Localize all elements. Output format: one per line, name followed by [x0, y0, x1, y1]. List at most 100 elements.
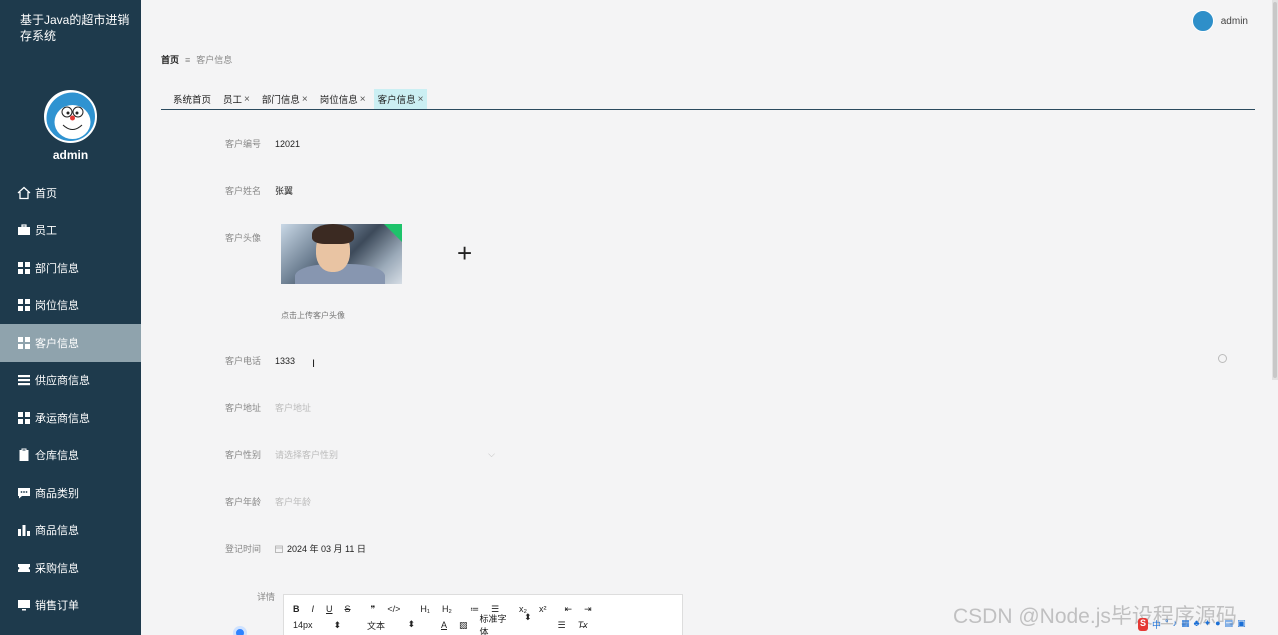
sidebar-item-label: 商品信息 — [35, 525, 79, 538]
avatar — [1191, 10, 1214, 32]
tab-label: 岗位信息 — [319, 95, 358, 106]
font-size-select[interactable]: 14px ⬍ — [293, 620, 353, 631]
ime-tools-icon[interactable]: ✦ — [1204, 618, 1212, 631]
customer-phone-field[interactable]: 1333 — [275, 356, 295, 366]
monitor-icon — [18, 600, 30, 611]
calendar-icon — [275, 545, 283, 553]
ime-keyboard-icon[interactable]: ▦ — [1181, 618, 1190, 631]
grid-icon — [18, 411, 30, 424]
customer-age-field[interactable]: 客户年龄 — [275, 495, 311, 508]
code-icon[interactable]: </> — [387, 604, 400, 614]
sidebar-item-position[interactable]: 岗位信息 — [0, 287, 141, 325]
sidebar-item-employee[interactable]: 员工 — [0, 212, 141, 250]
tab-home[interactable]: 系统首页 — [169, 89, 215, 109]
sidebar-item-warehouse[interactable]: 仓库信息 — [0, 437, 141, 475]
underline-icon[interactable]: U — [326, 604, 333, 614]
close-icon[interactable]: × — [418, 94, 424, 105]
tab-department[interactable]: 部门信息 × — [258, 89, 312, 109]
tab-customer[interactable]: 客户信息 × — [373, 89, 428, 109]
font-size-value: 14px — [293, 619, 313, 630]
sidebar-item-label: 岗位信息 — [35, 300, 79, 313]
tab-label: 系统首页 — [173, 95, 212, 106]
ime-more-icon[interactable]: ▣ — [1237, 618, 1246, 631]
customer-avatar-image[interactable] — [281, 224, 402, 284]
outdent-icon[interactable]: ⇤ — [565, 604, 573, 615]
close-icon[interactable]: × — [302, 94, 308, 105]
quote-icon[interactable]: ❞ — [371, 604, 376, 615]
uploaded-badge — [384, 224, 402, 242]
text-cursor-icon: I — [312, 358, 316, 370]
customer-no-field[interactable]: 12021 — [275, 139, 300, 149]
text-type-select[interactable]: 文本 ⬍ — [367, 619, 427, 632]
tab-label: 员工 — [223, 95, 243, 106]
customer-name-row: 客户姓名 张翼 — [200, 184, 293, 197]
font-family-select[interactable]: 标准字体 ⬍ — [480, 612, 544, 635]
tab-position[interactable]: 岗位信息 × — [316, 89, 370, 109]
app-title: 基于Java的超市进销存系统 — [20, 13, 130, 43]
ime-punct-icon[interactable]: ° — [1165, 618, 1169, 631]
indent-icon[interactable]: ⇥ — [584, 604, 592, 615]
avatar[interactable] — [44, 90, 97, 143]
ordered-list-icon[interactable]: ≔ — [470, 604, 479, 615]
floating-dot[interactable] — [233, 626, 247, 635]
sidebar-item-label: 承运商信息 — [35, 412, 90, 425]
upload-plus-icon[interactable]: + — [457, 240, 472, 266]
header-user[interactable]: admin — [1191, 10, 1248, 32]
register-time-value: 2024 年 03 月 11 日 — [287, 544, 366, 554]
h1-icon[interactable]: H₁ — [420, 604, 430, 614]
background-color-icon[interactable]: ▨ — [459, 620, 468, 631]
customer-avatar-label: 客户头像 — [224, 233, 261, 243]
sidebar-item-label: 供应商信息 — [35, 375, 90, 388]
clipboard-icon — [19, 448, 29, 462]
sidebar-item-home[interactable]: 首页 — [0, 174, 141, 212]
ime-game-icon[interactable]: ● — [1215, 618, 1220, 631]
sidebar-item-carrier[interactable]: 承运商信息 — [0, 399, 141, 437]
updown-icon: ⬍ — [407, 618, 415, 629]
breadcrumb-separator: ≡ — [185, 54, 191, 65]
sidebar-item-category[interactable]: 商品类别 — [0, 474, 141, 512]
sidebar-item-customer[interactable]: 客户信息 — [0, 324, 141, 362]
ime-mic-icon[interactable]: ♪ — [1173, 618, 1178, 631]
tab-bar: 系统首页 员工 × 部门信息 × 岗位信息 × 客户信息 × — [161, 88, 1255, 110]
strike-icon[interactable]: S — [345, 604, 351, 614]
customer-address-field[interactable]: 客户地址 — [275, 401, 311, 414]
grid-icon — [18, 336, 30, 349]
h2-icon[interactable]: H₂ — [442, 604, 452, 614]
updown-icon: ⬍ — [523, 612, 532, 622]
sidebar-item-purchase[interactable]: 采购信息 — [0, 549, 141, 587]
ime-skin-icon[interactable]: ♣ — [1194, 618, 1200, 631]
customer-avatar-row: 客户头像 — [200, 231, 275, 244]
sidebar-item-department[interactable]: 部门信息 — [0, 249, 141, 287]
sidebar-item-product[interactable]: 商品信息 — [0, 512, 141, 550]
sidebar-item-label: 商品类别 — [35, 487, 79, 500]
scrollbar[interactable] — [1272, 0, 1278, 380]
header-username: admin — [1220, 15, 1248, 27]
clear-icon[interactable] — [1218, 354, 1227, 363]
breadcrumb-current: 客户信息 — [196, 55, 233, 65]
breadcrumb-home[interactable]: 首页 — [161, 53, 179, 66]
close-icon[interactable]: × — [244, 94, 250, 105]
clear-format-icon[interactable]: T̶x — [578, 620, 588, 630]
chat-icon — [18, 487, 30, 499]
grid-icon — [18, 299, 30, 312]
close-icon[interactable]: × — [360, 94, 366, 105]
italic-icon[interactable]: I — [312, 604, 315, 614]
sidebar-item-supplier[interactable]: 供应商信息 — [0, 362, 141, 400]
ime-chinese-icon[interactable]: 中 — [1152, 618, 1161, 631]
sidebar-item-label: 仓库信息 — [35, 450, 79, 463]
briefcase-icon — [18, 224, 30, 236]
ime-grid-icon[interactable]: ▤ — [1225, 618, 1234, 631]
sidebar-item-sales[interactable]: 销售订单 — [0, 587, 141, 625]
font-color-icon[interactable]: A — [441, 620, 447, 630]
customer-name-field[interactable]: 张翼 — [275, 184, 293, 197]
align-icon[interactable]: ☰ — [558, 620, 566, 631]
sogou-icon[interactable]: S — [1138, 618, 1149, 631]
register-time-field[interactable]: 2024 年 03 月 11 日 — [275, 542, 366, 555]
rich-text-editor[interactable]: B I U S ❞ </> H₁ H₂ ≔ ☰ x₂ x² ⇤ ⇥ 14px ⬍ … — [283, 594, 683, 635]
bold-icon[interactable]: B — [293, 604, 300, 614]
customer-gender-select[interactable]: 请选择客户性别 ⌵ — [275, 448, 495, 461]
upload-hint: 点击上传客户头像 — [281, 311, 345, 320]
tab-employee[interactable]: 员工 × — [219, 89, 254, 109]
details-label: 详情 — [256, 592, 275, 602]
customer-gender-placeholder: 请选择客户性别 — [275, 450, 339, 460]
